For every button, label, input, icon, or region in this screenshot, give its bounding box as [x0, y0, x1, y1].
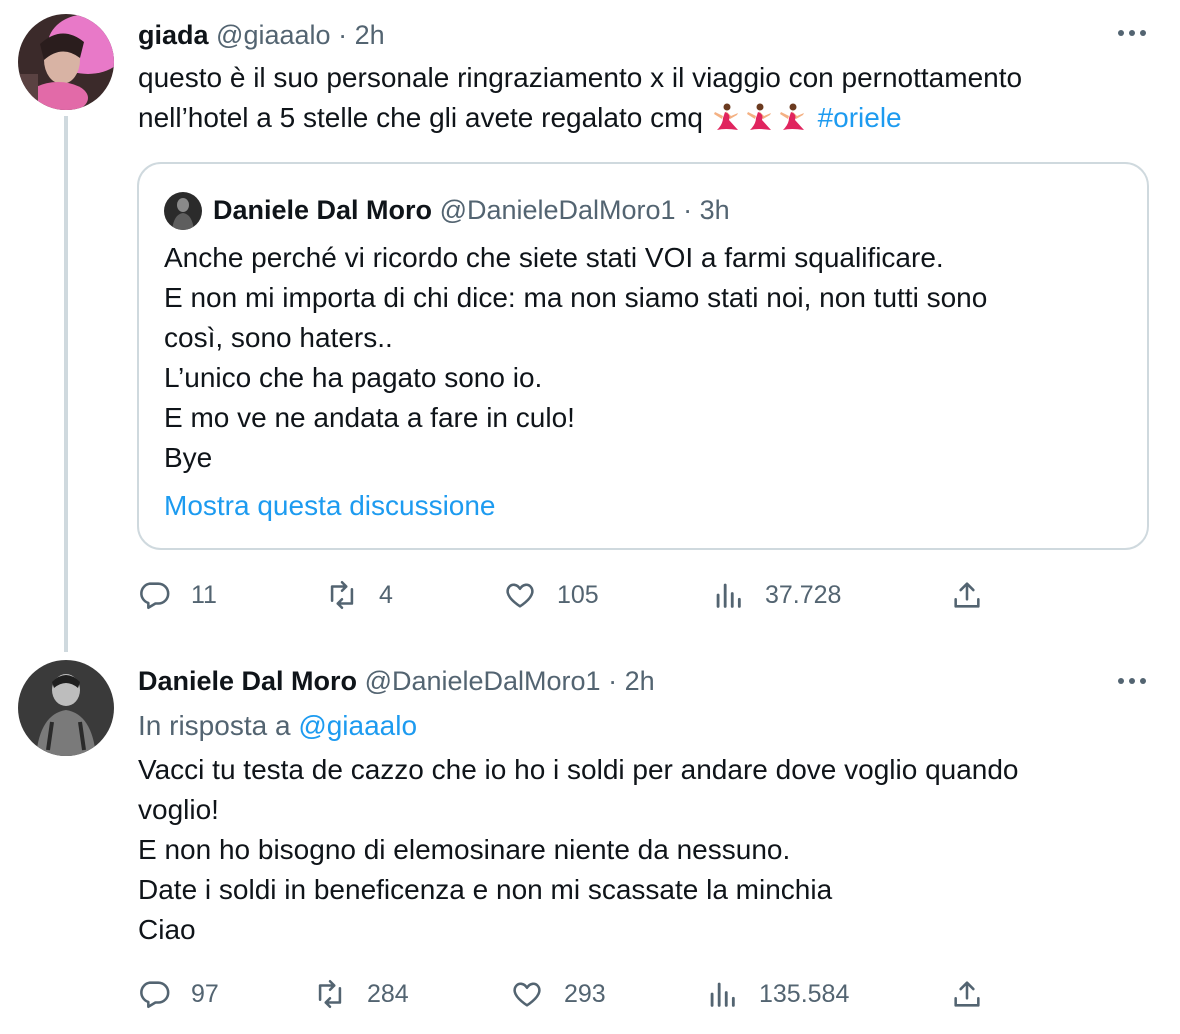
tweet-text-line: E non ho bisogno di elemosinare niente d… [138, 834, 791, 865]
tweet-text: questo è il suo personale ringraziamento… [138, 58, 1138, 138]
reply-button[interactable]: 11 [137, 575, 217, 615]
reply-prefix: In risposta a [138, 710, 291, 741]
action-bar: 11 4 105 37.728 [0, 575, 1180, 615]
quoted-text-line: Anche perché vi ricordo che siete stati … [164, 242, 944, 273]
tweet-text-line: Ciao [138, 914, 196, 945]
retweet-button[interactable]: 4 [325, 575, 393, 615]
tweet-text-line: questo è il suo personale ringraziamento… [138, 62, 1023, 93]
dancer-emoji [779, 103, 804, 130]
like-icon [506, 583, 534, 608]
quoted-author-name[interactable]: Daniele Dal Moro [213, 195, 432, 225]
tweet-text-line: Vacci tu testa de cazzo che io ho i sold… [138, 754, 1019, 785]
separator-dot: · [683, 195, 693, 225]
reply-count: 97 [191, 979, 219, 1008]
avatar-giada[interactable] [18, 14, 114, 110]
share-button[interactable] [950, 575, 984, 615]
reply-context: In risposta a @giaaalo [138, 706, 417, 746]
quoted-text-line: così, sono haters.. [164, 322, 393, 353]
reply-button[interactable]: 97 [137, 974, 219, 1014]
reply-icon [140, 582, 170, 610]
avatar-daniele[interactable] [18, 660, 114, 756]
reply-icon [140, 981, 170, 1009]
quoted-tweet[interactable]: Daniele Dal Moro @DanieleDalMoro1 · 3h A… [137, 162, 1149, 550]
tweet-text-line: voglio! [138, 794, 219, 825]
dancer-emoji [746, 103, 771, 130]
retweet-icon [318, 979, 342, 1009]
action-bar: 97 284 293 135.584 [0, 974, 1180, 1014]
tweet-text-line: Date i soldi in beneficenza e non mi sca… [138, 874, 833, 905]
retweet-count: 284 [367, 979, 409, 1008]
tweet-text-line-2: nell’hotel a 5 stelle che gli avete rega… [138, 98, 1138, 138]
like-icon [513, 982, 541, 1007]
views-icon [710, 982, 735, 1007]
quoted-text-line: Bye [164, 442, 213, 473]
dancer-emoji [713, 103, 738, 130]
views-button[interactable]: 135.584 [705, 974, 849, 1014]
quoted-author-handle[interactable]: @DanieleDalMoro1 [440, 195, 676, 225]
tweet-header: giada @giaaalo · 2h [138, 18, 385, 52]
thread-line [64, 116, 68, 652]
author-handle[interactable]: @giaaalo [216, 20, 331, 50]
share-icon [954, 582, 980, 608]
retweet-icon [330, 580, 354, 610]
author-name[interactable]: giada [138, 20, 209, 50]
quoted-time[interactable]: 3h [700, 195, 730, 225]
like-count: 105 [557, 580, 599, 609]
separator-dot: · [338, 20, 348, 50]
like-button[interactable]: 105 [503, 575, 599, 615]
separator-dot: · [608, 666, 618, 696]
tweet-time[interactable]: 2h [625, 666, 655, 696]
views-count: 135.584 [759, 979, 850, 1008]
more-icon[interactable] [1114, 670, 1150, 692]
like-count: 293 [564, 979, 606, 1008]
quoted-text: Anche perché vi ricordo che siete stati … [164, 238, 1124, 478]
show-thread-link[interactable]: Mostra questa discussione [164, 486, 496, 526]
more-icon[interactable] [1114, 22, 1150, 44]
tweet-text-line: nell’hotel a 5 stelle che gli avete rega… [138, 102, 704, 133]
views-icon [716, 583, 741, 608]
quoted-text-line: E mo ve ne andata a fare in culo! [164, 402, 575, 433]
hashtag-link[interactable]: #oriele [818, 102, 902, 133]
tweet-giada[interactable]: giada @giaaalo · 2h questo è il suo pers… [0, 0, 1180, 652]
tweet-header: Daniele Dal Moro @DanieleDalMoro1 · 2h [138, 664, 655, 698]
quoted-header: Daniele Dal Moro @DanieleDalMoro1 · 3h [213, 192, 730, 228]
reply-count: 11 [191, 580, 217, 609]
tweet-time[interactable]: 2h [355, 20, 385, 50]
tweet-daniele[interactable]: Daniele Dal Moro @DanieleDalMoro1 · 2h I… [0, 650, 1180, 1034]
tweet-text: Vacci tu testa de cazzo che io ho i sold… [138, 750, 1138, 950]
retweet-button[interactable]: 284 [313, 974, 409, 1014]
quoted-avatar[interactable] [164, 192, 202, 230]
views-count: 37.728 [765, 580, 842, 609]
share-button[interactable] [950, 974, 984, 1014]
quoted-text-line: E non mi importa di chi dice: ma non sia… [164, 282, 988, 313]
author-handle[interactable]: @DanieleDalMoro1 [365, 666, 601, 696]
reply-mention-link[interactable]: @giaaalo [298, 710, 417, 741]
quoted-text-line: L’unico che ha pagato sono io. [164, 362, 543, 393]
author-name[interactable]: Daniele Dal Moro [138, 666, 357, 696]
share-icon [954, 981, 980, 1007]
views-button[interactable]: 37.728 [711, 575, 841, 615]
retweet-count: 4 [379, 580, 393, 609]
like-button[interactable]: 293 [510, 974, 606, 1014]
